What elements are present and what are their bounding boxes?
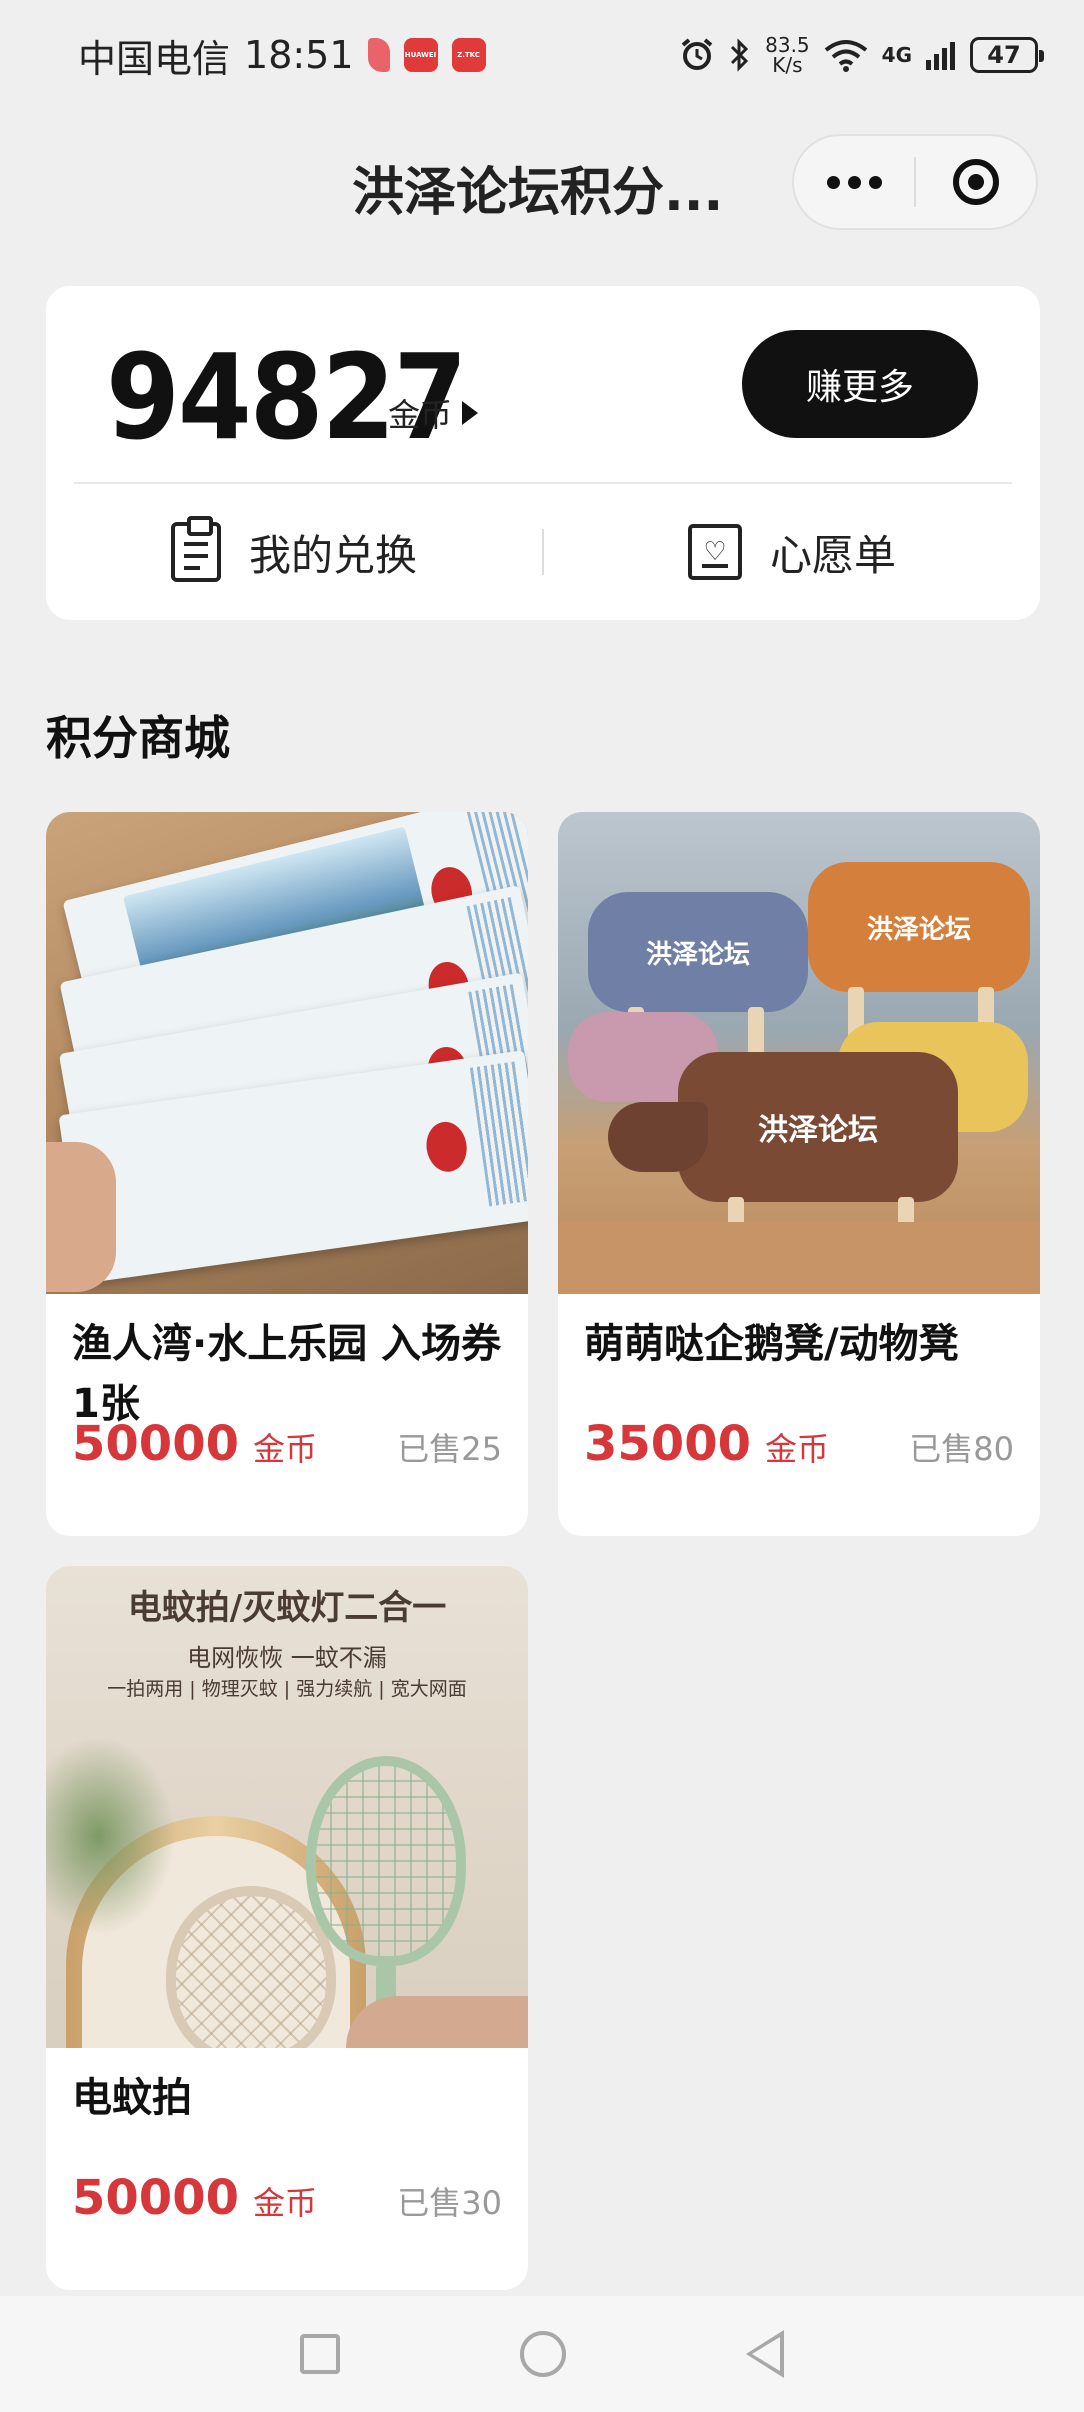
swatter-headline: 电蚊拍/灭蚊灯二合一 xyxy=(127,1588,447,1628)
recent-apps-icon[interactable] xyxy=(300,2334,340,2374)
capsule-menu xyxy=(792,134,1038,230)
product-image-stools: 洪泽论坛 洪泽论坛 洪泽论坛 xyxy=(558,812,1040,1294)
target-icon xyxy=(953,159,999,205)
my-exchange-label: 我的兑换 xyxy=(248,530,417,580)
sold-count: 已售25 xyxy=(397,1430,502,1468)
points-unit-label: 金币 xyxy=(388,396,453,434)
network-type: 4G xyxy=(881,43,912,67)
system-nav-bar xyxy=(0,2296,1084,2412)
stool-brand-text: 洪泽论坛 xyxy=(588,892,808,1012)
earn-more-button[interactable]: 赚更多 xyxy=(742,330,978,438)
signal-icon xyxy=(926,42,955,70)
price-unit: 金币 xyxy=(765,1430,830,1468)
section-title: 积分商城 xyxy=(46,711,230,765)
clipboard-icon xyxy=(170,516,221,582)
product-name: 萌萌哒企鹅凳/动物凳 xyxy=(584,1321,959,1367)
price-row: 50000 金币 已售30 xyxy=(72,2170,502,2226)
net-speed: 83.5 K/s xyxy=(765,35,810,75)
price-unit: 金币 xyxy=(253,2184,318,2222)
huawei-app-icon: HUAWEI xyxy=(403,38,438,72)
product-image-ticket xyxy=(46,812,528,1294)
page-title: 洪泽论坛积分... xyxy=(352,163,724,223)
status-right: 83.5 K/s 4G 47 xyxy=(679,35,1044,75)
close-mini-program-button[interactable] xyxy=(916,136,1036,228)
bluetooth-icon xyxy=(731,38,749,72)
back-icon[interactable] xyxy=(746,2330,784,2378)
video-app-icon: Z.TKC xyxy=(451,38,486,72)
wishlist-label: 心愿单 xyxy=(769,530,896,580)
net-speed-unit: K/s xyxy=(772,53,803,77)
swatter-features: 一拍两用 | 物理灭蚊 | 强力续航 | 宽大网面 xyxy=(107,1678,467,1700)
wishlist-link[interactable]: ♡ 心愿单 xyxy=(544,522,1040,583)
more-button[interactable] xyxy=(794,136,914,228)
sold-count: 已售30 xyxy=(397,2184,502,2222)
my-exchange-link[interactable]: 我的兑换 xyxy=(46,516,542,583)
notification-app-icon xyxy=(367,38,390,72)
status-bar: 中国电信 18:51 HUAWEI Z.TKC 83.5 K/s 4G 47 xyxy=(0,0,1084,110)
product-price: 35000 xyxy=(584,1416,751,1472)
price-row: 35000 金币 已售80 xyxy=(584,1416,1014,1472)
stool-brand-text: 洪泽论坛 xyxy=(808,862,1030,992)
product-card[interactable]: 电蚊拍/灭蚊灯二合一 电网恢恢 一蚊不漏 一拍两用 | 物理灭蚊 | 强力续航 … xyxy=(46,1566,528,2290)
price-unit: 金币 xyxy=(253,1430,318,1468)
clock-label: 18:51 xyxy=(244,33,354,77)
battery-level: 47 xyxy=(987,41,1021,69)
caret-right-icon xyxy=(462,401,479,425)
home-icon[interactable] xyxy=(520,2331,566,2377)
product-card[interactable]: 洪泽论坛 洪泽论坛 洪泽论坛 萌萌哒企鹅凳/动物凳 35000 金币 已售80 xyxy=(558,812,1040,1536)
alarm-icon xyxy=(681,38,713,70)
product-image-swatter: 电蚊拍/灭蚊灯二合一 电网恢恢 一蚊不漏 一拍两用 | 物理灭蚊 | 强力续航 … xyxy=(46,1566,528,2048)
mini-program-header: 洪泽论坛积分... xyxy=(0,130,1084,234)
swatter-subheadline: 电网恢恢 一蚊不漏 xyxy=(187,1644,387,1672)
card-links: 我的兑换 ♡ 心愿单 xyxy=(46,484,1040,620)
product-card[interactable]: 渔人湾·水上乐园 入场券1张 50000 金币 已售25 xyxy=(46,812,528,1536)
more-dots-icon xyxy=(826,175,882,189)
heart-box-icon: ♡ xyxy=(687,524,742,580)
status-left: 中国电信 18:51 HUAWEI Z.TKC xyxy=(78,28,486,83)
stool-brand-text: 洪泽论坛 xyxy=(678,1052,958,1202)
product-price: 50000 xyxy=(72,2170,239,2226)
product-price: 50000 xyxy=(72,1416,239,1472)
price-row: 50000 金币 已售25 xyxy=(72,1416,502,1472)
points-card: 94827 金币 赚更多 我的兑换 ♡ 心愿单 xyxy=(46,286,1040,620)
sold-count: 已售80 xyxy=(909,1430,1014,1468)
carrier-label: 中国电信 xyxy=(78,36,231,81)
battery-icon: 47 xyxy=(970,37,1044,73)
net-speed-value: 83.5 xyxy=(765,33,810,57)
product-name: 电蚊拍 xyxy=(72,2075,192,2121)
wifi-icon xyxy=(824,40,867,72)
points-unit-link[interactable]: 金币 xyxy=(388,390,479,436)
